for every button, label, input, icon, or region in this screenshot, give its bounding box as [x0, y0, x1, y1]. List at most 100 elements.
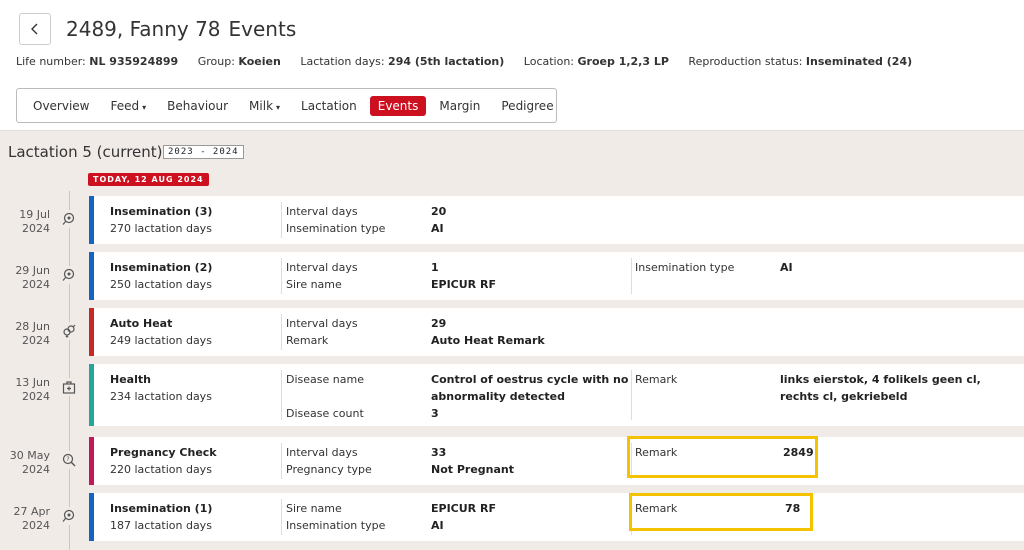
event-card[interactable]: Insemination (3) 270 lactation days Interv… [89, 196, 1024, 244]
field-value: 33 [431, 446, 447, 459]
event-row: 27 Apr 2024 Insemination (1) 187 lactation … [0, 493, 1024, 541]
event-date: 27 Apr 2024 [13, 505, 50, 532]
divider [631, 258, 632, 294]
tab-bar: Overview Feed ▾ Behaviour Milk ▾ Lactation… [16, 88, 557, 123]
event-lactation-days: 234 lactation days [110, 390, 212, 403]
event-row: 19 Jul 2024 Insemination (3) 270 lactation … [0, 196, 1024, 244]
field-value: AI [780, 261, 793, 274]
event-date: 30 May 2024 [9, 449, 50, 476]
event-card[interactable]: Insemination (2) 250 lactation days Interv… [89, 252, 1024, 300]
highlight-box-remark-78 [629, 493, 813, 531]
field-label: Interval days [286, 205, 358, 218]
field-value: 3 [431, 407, 439, 420]
info-group: Group: Koeien [197, 55, 281, 68]
info-location: Location: Groep 1,2,3 LP [523, 55, 669, 68]
event-lactation-days: 249 lactation days [110, 334, 212, 347]
tab-lactation[interactable]: Lactation [293, 96, 365, 116]
event-row: 30 May 2024? Pregnancy Check 220 lactation … [0, 437, 1024, 485]
divider [281, 202, 282, 238]
field-label: Interval days [286, 446, 358, 459]
tab-feed[interactable]: Feed ▾ [103, 96, 155, 116]
event-card[interactable]: Insemination (1) 187 lactation days Sire n… [89, 493, 1024, 541]
heat-icon [60, 322, 78, 340]
divider [281, 370, 282, 420]
page-header: 2489, Fanny 78 Events Life number: NL 935… [0, 0, 1024, 130]
field-label: Pregnancy type [286, 463, 372, 476]
tab-pedigree[interactable]: Pedigree [493, 96, 561, 116]
field-label: Interval days [286, 317, 358, 330]
field-label: Remark [635, 373, 678, 386]
field-value: EPICUR RF [431, 502, 496, 515]
insemination-icon [60, 210, 78, 228]
field-value: 20 [431, 205, 447, 218]
lactation-years-badge: 2023 - 2024 [163, 145, 244, 159]
tab-margin[interactable]: Margin [431, 96, 488, 116]
animal-info-line: Life number: NL 935924899 Group: Koeien … [16, 55, 928, 68]
event-name: Insemination (1) [110, 502, 213, 515]
field-value-line2: abnormality detected [431, 390, 565, 403]
event-date: 28 Jun 2024 [15, 320, 50, 347]
insemination-icon [60, 266, 78, 284]
field-label: Remark [286, 334, 329, 347]
field-label: Interval days [286, 261, 358, 274]
field-value: Auto Heat Remark [431, 334, 545, 347]
divider [281, 499, 282, 535]
event-name: Health [110, 373, 151, 386]
field-label: Insemination type [286, 519, 386, 532]
field-value: links eierstok, 4 folikels geen cl, [780, 373, 981, 386]
lactation-title: Lactation 5 (current) [8, 143, 163, 161]
event-date: 19 Jul 2024 [19, 208, 50, 235]
divider [631, 370, 632, 420]
field-value: EPICUR RF [431, 278, 496, 291]
event-card[interactable]: Health 234 lactation days Disease name Cont… [89, 364, 1024, 426]
event-row: 29 Jun 2024 Insemination (2) 250 lactation … [0, 252, 1024, 300]
tab-overview[interactable]: Overview [25, 96, 98, 116]
info-lactation-days: Lactation days: 294 (5th lactation) [300, 55, 505, 68]
event-card[interactable]: Auto Heat 249 lactation days Interval days… [89, 308, 1024, 356]
field-label: Disease count [286, 407, 364, 420]
tab-milk[interactable]: Milk ▾ [241, 96, 288, 116]
event-lactation-days: 250 lactation days [110, 278, 212, 291]
field-label: Disease name [286, 373, 364, 386]
tab-behaviour[interactable]: Behaviour [159, 96, 236, 116]
insemination-icon [60, 507, 78, 525]
svg-text:?: ? [66, 456, 69, 463]
field-label: Sire name [286, 278, 342, 291]
field-value: Not Pregnant [431, 463, 515, 476]
tab-events[interactable]: Events [369, 95, 427, 116]
chevron-down-icon: ▾ [142, 102, 147, 112]
highlight-box-remark-2849 [627, 436, 818, 478]
events-content: Lactation 5 (current) 2023 - 2024 TODAY,… [0, 130, 1024, 550]
divider [281, 443, 282, 479]
event-lactation-days: 270 lactation days [110, 222, 212, 235]
back-button[interactable] [19, 13, 51, 45]
event-name: Pregnancy Check [110, 446, 217, 459]
today-badge: TODAY, 12 AUG 2024 [88, 173, 209, 186]
field-value-line2: rechts cl, gekriebeld [780, 390, 908, 403]
field-label: Sire name [286, 502, 342, 515]
pregnancy-check-icon: ? [60, 451, 78, 469]
field-value: 1 [431, 261, 439, 274]
event-date: 13 Jun 2024 [15, 376, 50, 403]
field-label: Insemination type [635, 261, 735, 274]
page-title: 2489, Fanny 78 Events [66, 17, 296, 41]
event-name: Insemination (3) [110, 205, 213, 218]
event-lactation-days: 187 lactation days [110, 519, 212, 532]
event-name: Insemination (2) [110, 261, 213, 274]
event-row: 13 Jun 2024 Health 234 lactation days Diseas… [0, 364, 1024, 426]
info-life-number: Life number: NL 935924899 [16, 55, 179, 68]
divider [281, 314, 282, 350]
event-name: Auto Heat [110, 317, 173, 330]
event-row: 28 Jun 2024 Auto Heat 249 lactation days Int… [0, 308, 1024, 356]
event-lactation-days: 220 lactation days [110, 463, 212, 476]
event-date: 29 Jun 2024 [15, 264, 50, 291]
health-icon [60, 378, 78, 396]
field-value: Control of oestrus cycle with no [431, 373, 629, 386]
page-subtitle: Events [228, 17, 297, 41]
field-value: 29 [431, 317, 447, 330]
info-reproduction-status: Reproduction status: Inseminated (24) [688, 55, 913, 68]
divider [281, 258, 282, 294]
animal-title: 2489, Fanny 78 [66, 17, 221, 41]
event-card[interactable]: Pregnancy Check 220 lactation days Interva… [89, 437, 1024, 485]
field-value: AI [431, 519, 444, 532]
